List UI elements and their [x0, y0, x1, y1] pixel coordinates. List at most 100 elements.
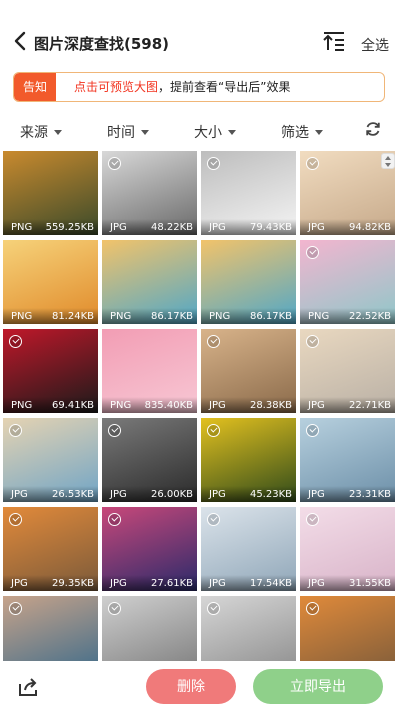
- share-icon[interactable]: [17, 676, 39, 698]
- image-tile[interactable]: PNG 22.52KB: [300, 240, 395, 324]
- image-tile[interactable]: JPG 28.38KB: [201, 329, 296, 413]
- image-format: JPG: [308, 400, 325, 411]
- checkbox-icon[interactable]: [306, 424, 319, 437]
- image-tile[interactable]: JPG 26.53KB: [3, 418, 98, 502]
- image-size: 81.24KB: [51, 311, 94, 322]
- checkbox-icon[interactable]: [306, 157, 319, 170]
- sort-icon[interactable]: [322, 30, 346, 52]
- checkbox-icon[interactable]: [9, 602, 22, 615]
- image-size: 94.82KB: [348, 222, 391, 233]
- filter-size-label: 大小: [194, 125, 222, 141]
- notice-highlight: 点击可预览大图: [74, 80, 159, 94]
- top-bar: 图片深度查找(598) 全选: [0, 0, 400, 66]
- image-size: 17.54KB: [249, 578, 292, 589]
- image-size: 26.00KB: [150, 489, 193, 500]
- image-tile[interactable]: [3, 596, 98, 661]
- image-tile[interactable]: JPG 17.54KB: [201, 507, 296, 591]
- image-size: 48.22KB: [150, 222, 193, 233]
- checkbox-icon[interactable]: [9, 513, 22, 526]
- filter-size[interactable]: 大小: [194, 122, 236, 142]
- image-tile[interactable]: [201, 596, 296, 661]
- export-button[interactable]: 立即导出: [253, 669, 383, 704]
- checkbox-icon[interactable]: [108, 424, 121, 437]
- image-tile[interactable]: PNG 86.17KB: [102, 240, 197, 324]
- checkbox-icon[interactable]: [306, 602, 319, 615]
- image-size: 22.71KB: [348, 400, 391, 411]
- image-format: JPG: [209, 400, 226, 411]
- checkbox-icon[interactable]: [207, 335, 220, 348]
- image-size: 69.41KB: [51, 400, 94, 411]
- image-size: 27.61KB: [150, 578, 193, 589]
- image-format: PNG: [110, 400, 132, 411]
- image-format: JPG: [209, 222, 226, 233]
- image-format: PNG: [110, 311, 132, 322]
- image-tile[interactable]: JPG 22.71KB: [300, 329, 395, 413]
- delete-button[interactable]: 删除: [146, 669, 236, 704]
- filter-source-label: 来源: [20, 125, 48, 141]
- checkbox-icon[interactable]: [108, 157, 121, 170]
- checkbox-icon[interactable]: [207, 157, 220, 170]
- image-format: JPG: [110, 489, 127, 500]
- image-format: JPG: [110, 222, 127, 233]
- filter-time-label: 时间: [107, 125, 135, 141]
- checkbox-icon[interactable]: [9, 335, 22, 348]
- image-format: JPG: [308, 578, 325, 589]
- filter-source[interactable]: 来源: [20, 122, 62, 142]
- caret-down-icon: [54, 129, 62, 135]
- filter-more[interactable]: 筛选: [281, 122, 323, 142]
- checkbox-icon[interactable]: [207, 513, 220, 526]
- checkbox-icon[interactable]: [207, 424, 220, 437]
- image-tile[interactable]: JPG 26.00KB: [102, 418, 197, 502]
- image-size: 22.52KB: [348, 311, 391, 322]
- checkbox-icon[interactable]: [306, 513, 319, 526]
- image-format: PNG: [308, 311, 330, 322]
- scroll-arrows-icon[interactable]: [381, 153, 395, 169]
- select-all-button[interactable]: 全选: [361, 35, 389, 55]
- image-tile[interactable]: JPG 79.43KB: [201, 151, 296, 235]
- caret-down-icon: [228, 129, 236, 135]
- image-size: 835.40KB: [144, 400, 193, 411]
- caret-down-icon: [141, 129, 149, 135]
- image-tile[interactable]: JPG 23.31KB: [300, 418, 395, 502]
- checkbox-icon[interactable]: [207, 602, 220, 615]
- image-tile[interactable]: PNG 835.40KB: [102, 329, 197, 413]
- notice-tag: 告知: [14, 73, 56, 101]
- image-tile[interactable]: PNG 81.24KB: [3, 240, 98, 324]
- filter-time[interactable]: 时间: [107, 122, 149, 142]
- checkbox-icon[interactable]: [306, 335, 319, 348]
- image-size: 86.17KB: [150, 311, 193, 322]
- checkbox-icon[interactable]: [306, 246, 319, 259]
- image-tile[interactable]: PNG 69.41KB: [3, 329, 98, 413]
- image-format: JPG: [11, 489, 28, 500]
- image-tile[interactable]: JPG 29.35KB: [3, 507, 98, 591]
- filter-more-label: 筛选: [281, 125, 309, 141]
- image-format: PNG: [209, 311, 231, 322]
- image-format: JPG: [209, 578, 226, 589]
- image-tile[interactable]: JPG 31.55KB: [300, 507, 395, 591]
- image-tile[interactable]: JPG 27.61KB: [102, 507, 197, 591]
- image-tile[interactable]: JPG 45.23KB: [201, 418, 296, 502]
- caret-down-icon: [315, 129, 323, 135]
- refresh-icon[interactable]: [364, 120, 382, 138]
- checkbox-icon[interactable]: [108, 602, 121, 615]
- image-size: 28.38KB: [249, 400, 292, 411]
- image-format: PNG: [11, 400, 33, 411]
- image-size: 26.53KB: [51, 489, 94, 500]
- image-tile[interactable]: PNG 559.25KB: [3, 151, 98, 235]
- image-tile[interactable]: [102, 596, 197, 661]
- image-format: JPG: [11, 578, 28, 589]
- notice-text: 点击可预览大图，提前查看“导出后”效果: [74, 73, 290, 101]
- image-size: 86.17KB: [249, 311, 292, 322]
- image-grid: PNG 559.25KB JPG 48.22KB JPG 79.43KB JPG 94.82K…: [3, 151, 397, 661]
- image-tile[interactable]: JPG 48.22KB: [102, 151, 197, 235]
- notice-banner: 告知 点击可预览大图，提前查看“导出后”效果: [13, 72, 385, 102]
- image-format: PNG: [11, 311, 33, 322]
- back-arrow-icon[interactable]: [12, 30, 30, 52]
- checkbox-icon[interactable]: [9, 424, 22, 437]
- image-size: 31.55KB: [348, 578, 391, 589]
- image-tile[interactable]: [300, 596, 395, 661]
- image-tile[interactable]: PNG 86.17KB: [201, 240, 296, 324]
- notice-rest: ，提前查看“导出后”效果: [158, 80, 291, 94]
- checkbox-icon[interactable]: [108, 513, 121, 526]
- image-size: 45.23KB: [249, 489, 292, 500]
